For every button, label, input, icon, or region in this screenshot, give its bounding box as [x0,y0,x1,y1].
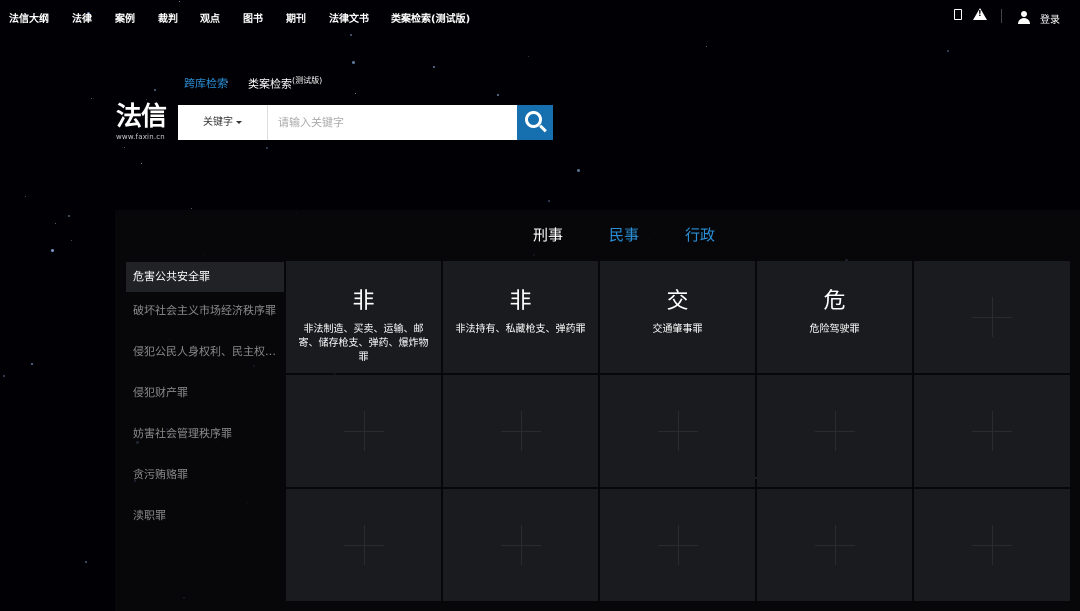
tab-criminal[interactable]: 刑事 [533,224,563,245]
crime-card[interactable]: 危 危险驾驶罪 [757,261,912,373]
nav-item-views[interactable]: 观点 [200,10,220,25]
star-dot [91,98,92,99]
star-dot [191,208,192,209]
warning-icon[interactable] [973,8,987,20]
search-button[interactable] [517,105,553,140]
tab-similar-case-search[interactable]: 类案检索(测试版) [248,75,322,92]
star-dot [124,147,125,148]
logo-text: 法信 [116,102,167,132]
crime-card-name: 危险驾驶罪 [809,324,860,335]
star-dot [25,196,26,197]
star-dot [154,89,156,91]
nav-item-documents[interactable]: 法律文书 [329,10,369,25]
empty-card [757,375,912,487]
search-field-select[interactable]: 关键字 [178,105,268,140]
tab-similar-case-label: 类案检索 [248,77,292,91]
crime-card-name: 非法制造、买卖、运输、邮寄、储存枪支、弹药、爆炸物罪 [298,324,429,363]
star-dot [266,147,268,149]
search-bar: 关键字 [178,105,553,140]
sidebar-item-property[interactable]: 侵犯财产罪 [126,378,284,408]
star-dot [31,363,33,365]
tab-cross-library-search[interactable]: 跨库检索 [184,75,228,91]
sidebar-item-dereliction[interactable]: 渎职罪 [126,501,284,531]
empty-card [286,375,441,487]
sidebar-item-corruption[interactable]: 贪污贿赂罪 [126,460,284,490]
star-dot [350,34,352,36]
crime-card-glyph: 交 [666,289,689,314]
star-dot [706,46,707,47]
nav-divider [1001,9,1002,23]
nav-item-judgments[interactable]: 裁判 [158,10,178,25]
crime-card[interactable]: 交 交通肇事罪 [600,261,755,373]
search-input[interactable] [270,105,516,140]
sidebar-item-personal-rights[interactable]: 侵犯公民人身权利、民主权利罪 [126,337,284,367]
top-nav: 法信大纲 法律 案例 裁判 观点 图书 期刊 法律文书 类案检索(测试版) 登录 [0,0,1080,34]
star-dot [141,163,142,164]
logo-url: www.faxin.cn [116,133,165,141]
nav-item-law[interactable]: 法律 [72,10,92,25]
star-dot [548,200,550,202]
caret-down-icon [236,120,242,124]
empty-card [914,489,1070,601]
star-dot [355,93,356,94]
mobile-icon[interactable] [954,9,962,20]
search-field-label: 关键字 [203,117,233,128]
faxin-logo: 法信 www.faxin.cn [116,102,167,141]
empty-card [914,261,1070,373]
star-dot [528,56,529,57]
star-dot [71,240,72,241]
empty-card [757,489,912,601]
star-dot [497,94,499,96]
crime-card-glyph: 危 [823,289,846,314]
star-dot [433,66,435,68]
crime-card[interactable]: 非 非法制造、买卖、运输、邮寄、储存枪支、弹药、爆炸物罪 [286,261,441,373]
sidebar-item-public-safety[interactable]: 危害公共安全罪 [126,262,284,292]
login-link[interactable]: 登录 [1040,11,1060,26]
star-dot [51,249,54,252]
nav-item-cases[interactable]: 案例 [115,10,135,25]
tab-administrative[interactable]: 行政 [685,224,715,245]
star-dot [55,223,56,224]
nav-item-journals[interactable]: 期刊 [286,10,306,25]
star-dot [352,61,355,64]
empty-card [443,489,598,601]
nav-item-books[interactable]: 图书 [243,10,263,25]
user-icon[interactable] [1018,11,1030,24]
empty-card [286,489,441,601]
star-dot [146,99,147,100]
star-dot [85,561,87,563]
nav-item-outline[interactable]: 法信大纲 [9,10,49,25]
tab-similar-case-suffix: (测试版) [292,76,323,85]
crime-card-glyph: 非 [352,289,375,314]
sidebar-item-market-economy[interactable]: 破坏社会主义市场经济秩序罪 [126,296,284,326]
empty-card [600,489,755,601]
nav-item-similar-case[interactable]: 类案检索(测试版) [391,10,470,25]
star-dot [947,50,949,52]
star-dot [3,375,5,377]
empty-card [443,375,598,487]
tab-civil[interactable]: 民事 [609,224,639,245]
empty-card [914,375,1070,487]
crime-card[interactable]: 非 非法持有、私藏枪支、弹药罪 [443,261,598,373]
sidebar-item-social-order[interactable]: 妨害社会管理秩序罪 [126,419,284,449]
crime-card-glyph: 非 [509,289,532,314]
crime-card-name: 交通肇事罪 [652,324,703,335]
crime-card-name: 非法持有、私藏枪支、弹药罪 [455,324,586,335]
star-dot [68,215,70,217]
empty-card [600,375,755,487]
star-dot [577,169,580,172]
